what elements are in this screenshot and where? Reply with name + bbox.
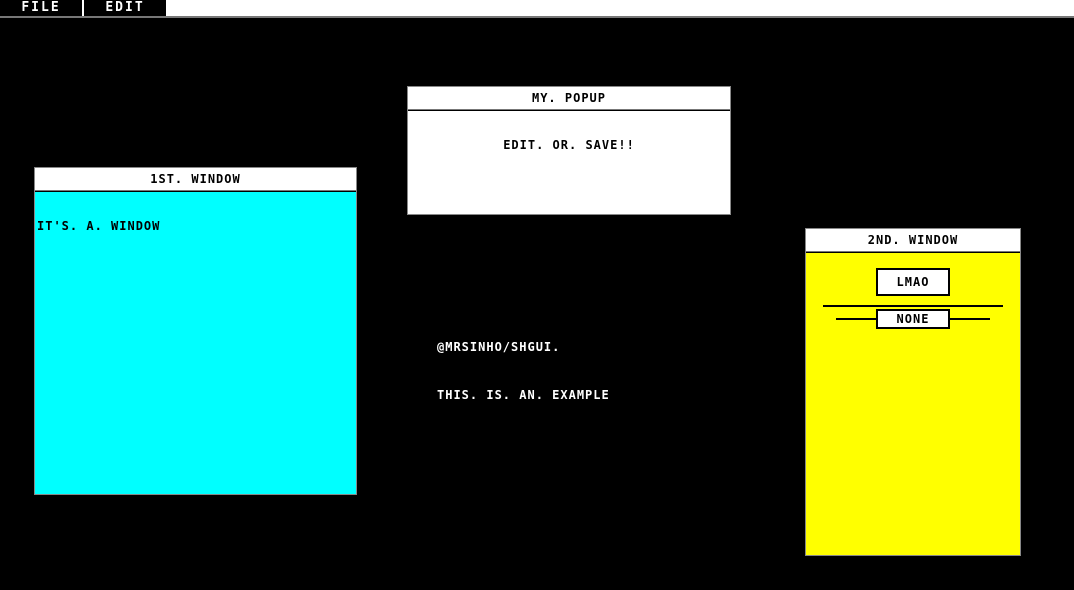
popup-message: EDIT. OR. SAVE!! <box>503 138 635 152</box>
menu-bar: FILE EDIT <box>0 0 1074 18</box>
lmao-button[interactable]: LMAO <box>876 268 950 296</box>
example-caption: @MRSINHO/SHGUI. THIS. IS. AN. EXAMPLE <box>437 307 610 419</box>
second-window-title[interactable]: 2ND. WINDOW <box>806 229 1020 252</box>
menu-edit[interactable]: EDIT <box>84 0 166 16</box>
menu-file[interactable]: FILE <box>0 0 82 16</box>
first-window-body: IT'S. A. WINDOW <box>35 192 356 494</box>
first-window-title[interactable]: 1ST. WINDOW <box>35 168 356 191</box>
none-select[interactable]: NONE <box>876 309 950 329</box>
caption-line-1: @MRSINHO/SHGUI. <box>437 340 561 354</box>
popup-title[interactable]: MY. POPUP <box>408 87 730 110</box>
caption-line-2: THIS. IS. AN. EXAMPLE <box>437 388 610 402</box>
second-window-body: LMAO NONE <box>806 253 1020 555</box>
first-window[interactable]: 1ST. WINDOW IT'S. A. WINDOW <box>34 167 357 495</box>
first-window-text: IT'S. A. WINDOW <box>37 219 161 233</box>
second-window[interactable]: 2ND. WINDOW LMAO NONE <box>805 228 1021 556</box>
popup-body: EDIT. OR. SAVE!! <box>408 111 730 214</box>
popup-window[interactable]: MY. POPUP EDIT. OR. SAVE!! <box>407 86 731 215</box>
divider-line <box>823 305 1003 307</box>
